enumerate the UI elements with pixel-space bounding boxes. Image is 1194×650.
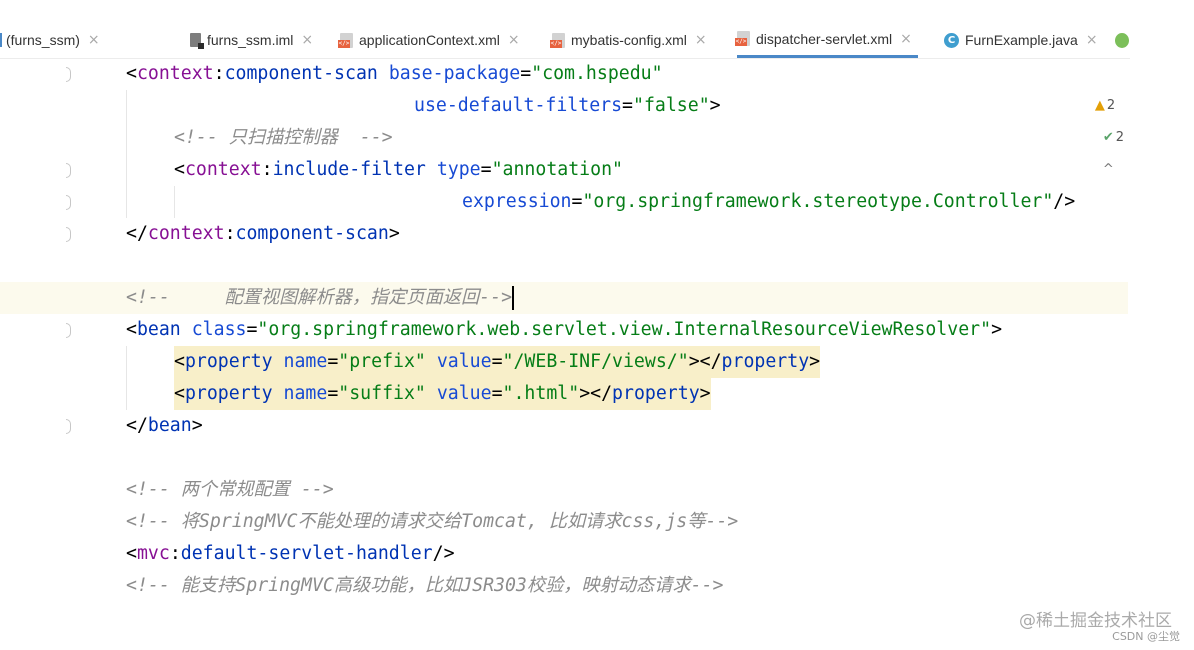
java-class-icon: C <box>944 32 959 48</box>
code-text: <mvc:default-servlet-handler/> <box>126 543 455 564</box>
fold-marker-icon[interactable] <box>66 195 71 210</box>
tab-application-context[interactable]: applicationContext.xml × <box>338 22 520 58</box>
fold-marker-icon[interactable] <box>66 227 71 242</box>
csdn-watermark: CSDN @尘觉 <box>1112 630 1180 643</box>
code-text: </bean> <box>126 415 203 436</box>
code-editor[interactable]: <context:component-scan base-package="co… <box>0 58 1128 618</box>
code-line-current: <!-- 配置视图解析器，指定页面返回--> <box>0 282 1128 314</box>
code-line: <!-- 只扫描控制器 --> <box>0 122 1128 154</box>
xml-file-icon <box>550 32 565 48</box>
tab-label: (furns_ssm) <box>6 32 80 48</box>
module-icon <box>0 33 2 47</box>
code-text: <context:include-filter type="annotation… <box>174 159 623 180</box>
close-icon[interactable]: × <box>508 32 520 48</box>
ide-screen: (furns_ssm) × furns_ssm.iml × applicatio… <box>0 0 1194 650</box>
close-icon[interactable]: × <box>900 31 912 47</box>
code-comment: <!-- 能支持SpringMVC高级功能，比如JSR303校验，映射动态请求-… <box>126 575 724 596</box>
code-text-highlighted: <property name="prefix" value="/WEB-INF/… <box>174 346 821 378</box>
code-line: <property name="prefix" value="/WEB-INF/… <box>0 346 1128 378</box>
code-text: <bean class="org.springframework.web.ser… <box>126 319 1003 340</box>
file-icon <box>1115 32 1129 48</box>
code-line: </context:component-scan> <box>0 218 1128 250</box>
code-line: <mvc:default-servlet-handler/> <box>0 538 1128 570</box>
code-line: </bean> <box>0 410 1128 442</box>
code-line: <property name="suffix" value=".html"></… <box>0 378 1128 410</box>
code-line: use-default-filters="false"> <box>0 90 1128 122</box>
code-text: use-default-filters="false"> <box>414 95 721 116</box>
code-comment: <!-- 将SpringMVC不能处理的请求交给Tomcat, 比如请求css,… <box>126 511 739 532</box>
close-icon[interactable]: × <box>88 32 100 48</box>
fold-marker-icon[interactable] <box>66 67 71 82</box>
code-line: <bean class="org.springframework.web.ser… <box>0 314 1128 346</box>
tab-label: dispatcher-servlet.xml <box>756 30 893 47</box>
code-text: </context:component-scan> <box>126 223 400 244</box>
tab-label: mybatis-config.xml <box>571 32 687 48</box>
close-icon[interactable]: × <box>695 32 707 48</box>
tab-label: FurnExample.java <box>965 32 1078 48</box>
code-line: <!-- 将SpringMVC不能处理的请求交给Tomcat, 比如请求css,… <box>0 506 1128 538</box>
code-text: <context:component-scan base-package="co… <box>126 63 663 84</box>
tab-furn-example[interactable]: C FurnExample.java × <box>944 22 1098 58</box>
code-line: <!-- 两个常规配置 --> <box>0 474 1128 506</box>
code-comment: <!-- 配置视图解析器，指定页面返回--> <box>126 286 515 310</box>
tab-furns-ssm-iml[interactable]: furns_ssm.iml × <box>190 22 313 58</box>
tab-overflow[interactable] <box>1115 22 1135 58</box>
code-line: <context:include-filter type="annotation… <box>0 154 1128 186</box>
code-comment: <!-- 只扫描控制器 --> <box>174 127 393 148</box>
iml-file-icon <box>190 33 204 49</box>
inspection-widget[interactable]: ▲ 2 ✔ 2 ^ <box>1062 58 1124 177</box>
code-line: <context:component-scan base-package="co… <box>0 58 1128 177</box>
code-comment: <!-- 两个常规配置 --> <box>126 479 334 500</box>
text-caret <box>512 286 515 310</box>
code-text: expression="org.springframework.stereoty… <box>462 191 1076 212</box>
editor-tab-bar: (furns_ssm) × furns_ssm.iml × applicatio… <box>0 22 1130 59</box>
fold-marker-icon[interactable] <box>66 419 71 434</box>
code-text-highlighted: <property name="suffix" value=".html"></… <box>174 378 711 410</box>
xml-file-icon <box>338 32 353 48</box>
tab-mybatis-config[interactable]: mybatis-config.xml × <box>550 22 707 58</box>
fold-marker-icon[interactable] <box>66 323 71 338</box>
tab-dispatcher-servlet[interactable]: dispatcher-servlet.xml × <box>735 22 918 58</box>
code-line: <!-- 能支持SpringMVC高级功能，比如JSR303校验，映射动态请求-… <box>0 570 1128 602</box>
close-icon[interactable]: × <box>1086 32 1098 48</box>
tab-label: furns_ssm.iml <box>207 32 294 48</box>
xml-file-icon <box>735 31 750 46</box>
tab-label: applicationContext.xml <box>359 32 500 48</box>
tab-furns-ssm-module[interactable]: (furns_ssm) × <box>0 22 100 58</box>
close-icon[interactable]: × <box>301 32 313 48</box>
fold-marker-icon[interactable] <box>66 163 71 178</box>
code-line: expression="org.springframework.stereoty… <box>0 186 1128 218</box>
